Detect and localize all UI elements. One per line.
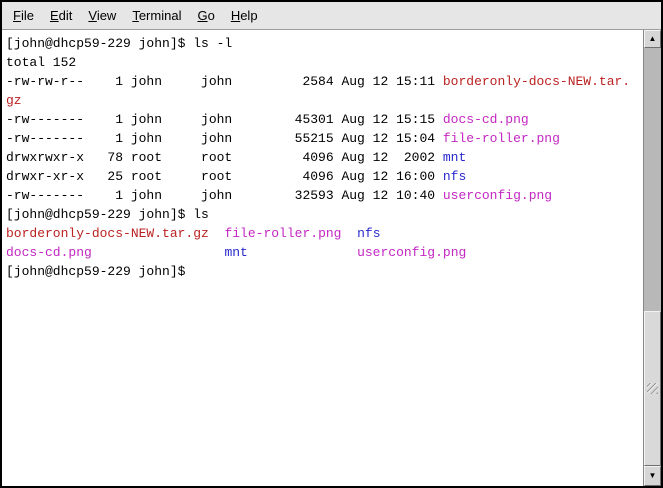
terminal-window: FileEditViewTerminalGoHelp [john@dhcp59-… xyxy=(0,0,663,488)
terminal-line: drwxrwxr-x 78 root root 4096 Aug 12 2002… xyxy=(6,148,644,167)
terminal-line: [john@dhcp59-229 john]$ ls -l xyxy=(6,34,644,53)
terminal-line: -rw------- 1 john john 45301 Aug 12 15:1… xyxy=(6,110,644,129)
menu-item-help[interactable]: Help xyxy=(223,5,266,26)
terminal-line: total 152 xyxy=(6,53,644,72)
terminal-line: [john@dhcp59-229 john]$ ls xyxy=(6,205,644,224)
menu-item-terminal[interactable]: Terminal xyxy=(124,5,189,26)
scroll-down-button[interactable]: ▼ xyxy=(644,466,661,486)
terminal-line: [john@dhcp59-229 john]$ xyxy=(6,262,644,281)
scroll-up-button[interactable]: ▲ xyxy=(644,30,661,48)
menu-bar: FileEditViewTerminalGoHelp xyxy=(2,2,661,30)
terminal-line: drwxr-xr-x 25 root root 4096 Aug 12 16:0… xyxy=(6,167,644,186)
arrow-up-icon: ▲ xyxy=(649,35,657,43)
menu-item-file[interactable]: File xyxy=(5,5,42,26)
terminal-output[interactable]: [john@dhcp59-229 john]$ ls -ltotal 152-r… xyxy=(2,30,644,486)
terminal-line: borderonly-docs-NEW.tar.gz file-roller.p… xyxy=(6,224,644,243)
menu-item-go[interactable]: Go xyxy=(189,5,222,26)
scrollbar-track[interactable] xyxy=(644,48,661,466)
scrollbar-thumb[interactable] xyxy=(644,311,661,466)
menu-item-edit[interactable]: Edit xyxy=(42,5,80,26)
menu-item-view[interactable]: View xyxy=(80,5,124,26)
terminal-line: gz xyxy=(6,91,644,110)
terminal-line: -rw-rw-r-- 1 john john 2584 Aug 12 15:11… xyxy=(6,72,644,91)
terminal-line: -rw------- 1 john john 55215 Aug 12 15:0… xyxy=(6,129,644,148)
terminal-area: [john@dhcp59-229 john]$ ls -ltotal 152-r… xyxy=(2,30,661,486)
terminal-line: -rw------- 1 john john 32593 Aug 12 10:4… xyxy=(6,186,644,205)
terminal-line: docs-cd.png mnt userconfig.png xyxy=(6,243,644,262)
scrollbar[interactable]: ▲ ▼ xyxy=(643,30,661,486)
arrow-down-icon: ▼ xyxy=(649,472,657,480)
